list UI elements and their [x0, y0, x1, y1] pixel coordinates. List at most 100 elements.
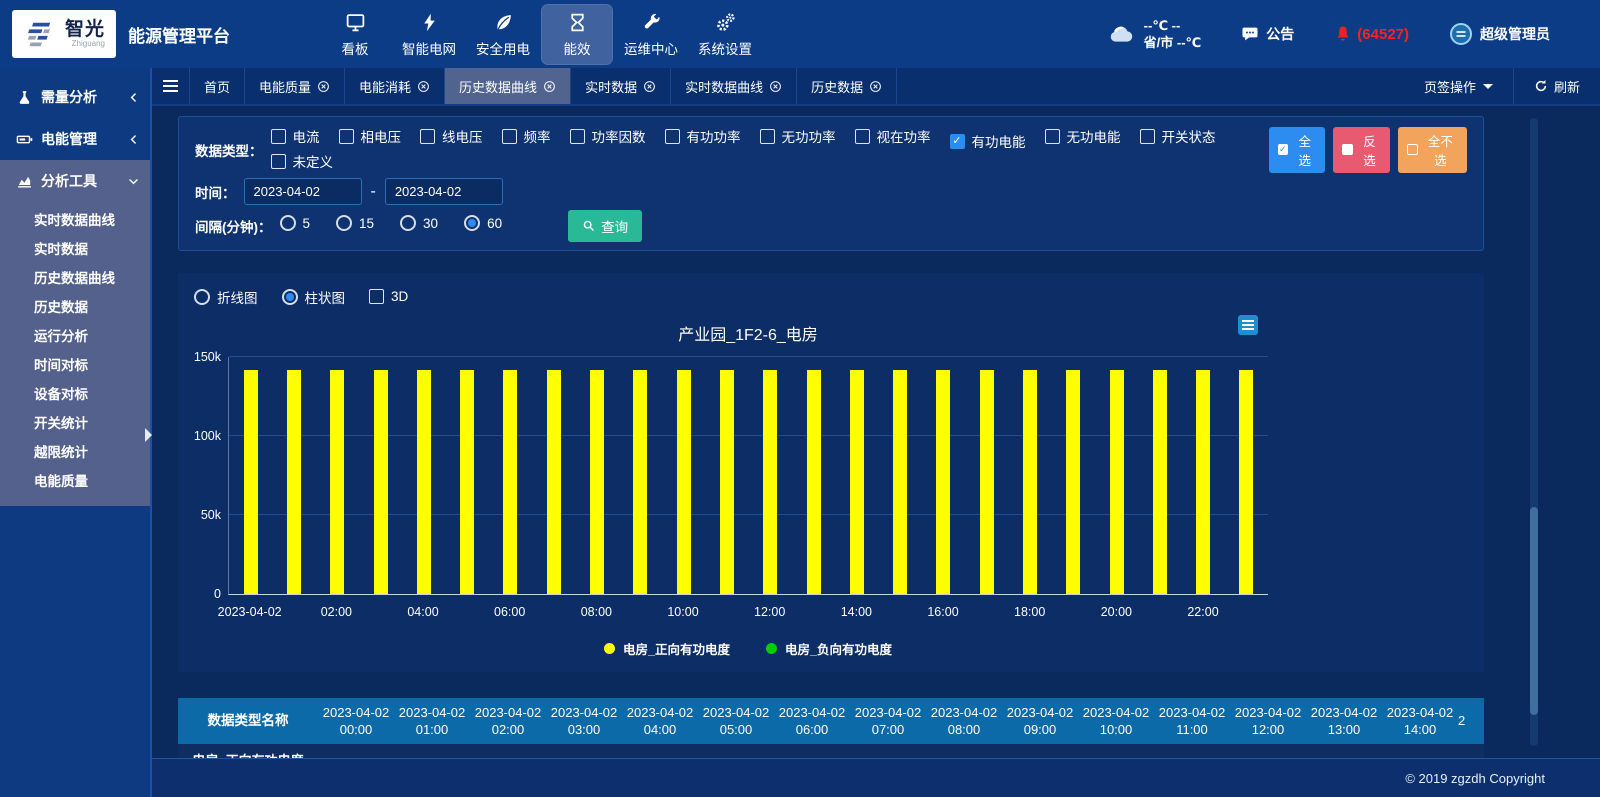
x-axis-label: 20:00 — [1101, 605, 1132, 619]
datatype-checkbox-有功电能[interactable]: 有功电能 — [950, 131, 1026, 151]
close-icon[interactable] — [317, 80, 330, 93]
nav-item-运维中心[interactable]: 运维中心 — [616, 5, 686, 64]
table-value-cell: 141321.61 — [1306, 744, 1382, 759]
sidebar-item-时间对标[interactable]: 时间对标 — [0, 351, 150, 380]
scrollbar-thumb[interactable] — [1530, 507, 1538, 714]
tab-实时数据曲线[interactable]: 实时数据曲线 — [671, 68, 797, 104]
bar-09:00 — [633, 370, 647, 593]
datatype-checkbox-无功功率[interactable]: 无功功率 — [760, 126, 836, 146]
sidebar-item-开关统计[interactable]: 开关统计 — [0, 409, 150, 438]
nav-item-安全用电[interactable]: 安全用电 — [468, 5, 538, 64]
radio-label: 5 — [303, 216, 311, 231]
query-button[interactable]: 查询 — [568, 210, 642, 242]
interval-radio-15[interactable]: 15 — [336, 215, 374, 231]
tab-历史数据[interactable]: 历史数据 — [797, 68, 897, 104]
chart-toolbox-dataview-icon[interactable] — [1238, 315, 1258, 335]
sidebar-item-设备对标[interactable]: 设备对标 — [0, 380, 150, 409]
datatype-checkbox-未定义[interactable]: 未定义 — [271, 151, 334, 171]
sidebar-group-分析工具[interactable]: 分析工具 — [0, 160, 150, 202]
content-scrollbar[interactable] — [1530, 118, 1538, 746]
date-to-input[interactable] — [385, 178, 503, 205]
tab-历史数据曲线[interactable]: 历史数据曲线 — [445, 68, 571, 104]
announcement-button[interactable]: 公告 — [1241, 24, 1294, 44]
nav-label: 运维中心 — [624, 38, 678, 58]
sidebar-item-实时数据曲线[interactable]: 实时数据曲线 — [0, 206, 150, 235]
tab-实时数据[interactable]: 实时数据 — [571, 68, 671, 104]
x-axis-label: 16:00 — [927, 605, 958, 619]
interval-radio-60[interactable]: 60 — [464, 215, 502, 231]
chart-3d-checkbox[interactable]: 3D — [369, 289, 408, 304]
sidebar-item-实时数据[interactable]: 实时数据 — [0, 235, 150, 264]
bar-slot-08:00 — [575, 357, 618, 594]
tab-电能消耗[interactable]: 电能消耗 — [345, 68, 445, 104]
datatype-checkbox-相电压[interactable]: 相电压 — [339, 126, 402, 146]
nav-item-能效[interactable]: 能效 — [542, 5, 612, 64]
close-icon[interactable] — [869, 80, 882, 93]
table-header-cell: 2023-04-0212:00 — [1230, 698, 1306, 744]
sidebar-item-运行分析[interactable]: 运行分析 — [0, 322, 150, 351]
refresh-button[interactable]: 刷新 — [1513, 68, 1600, 104]
datatype-checkbox-功率因数[interactable]: 功率因数 — [570, 126, 646, 146]
datatype-checkbox-线电压[interactable]: 线电压 — [420, 126, 483, 146]
legend-item-电房_负向有功电度[interactable]: 电房_负向有功电度 — [766, 639, 892, 658]
system-settings-icon — [715, 12, 736, 33]
date-from-input[interactable] — [244, 178, 362, 205]
datatype-checkbox-频率[interactable]: 频率 — [502, 126, 551, 146]
select-all-button[interactable]: 全选 — [1269, 127, 1326, 173]
chart-type-bar-radio[interactable]: 柱状图 — [282, 287, 346, 307]
close-icon[interactable] — [417, 80, 430, 93]
x-axis-label: 06:00 — [494, 605, 525, 619]
table-header-cell: 2023-04-0203:00 — [546, 698, 622, 744]
tab-label: 电能质量 — [259, 77, 311, 96]
table-header-cell: 2023-04-0209:00 — [1002, 698, 1078, 744]
table-value-cell: 141298 — [470, 744, 546, 759]
checkbox-label: 无功电能 — [1067, 126, 1121, 146]
datatype-checkbox-无功电能[interactable]: 无功电能 — [1045, 126, 1121, 146]
invert-select-button[interactable]: 反选 — [1333, 127, 1390, 173]
chart-type-line-radio[interactable]: 折线图 — [194, 287, 258, 307]
tab-operations-dropdown[interactable]: 页签操作 — [1404, 68, 1513, 104]
table-value-cell: 141304.11 — [698, 744, 774, 759]
legend-item-电房_正向有功电度[interactable]: 电房_正向有功电度 — [604, 639, 730, 658]
sidebar-group-电能管理[interactable]: 电能管理 — [0, 118, 150, 160]
checkbox-empty-icon — [1407, 144, 1417, 155]
bar-07:00 — [547, 370, 561, 593]
brand-logo[interactable]: 智光 Zhiguang — [12, 10, 116, 58]
close-icon[interactable] — [769, 80, 782, 93]
alarm-button[interactable]: (64527) — [1334, 25, 1409, 43]
datatype-checkbox-有功功率[interactable]: 有功功率 — [665, 126, 741, 146]
data-table: 数据类型名称2023-04-0200:002023-04-0201:002023… — [178, 698, 1484, 759]
sidebar-item-电能质量[interactable]: 电能质量 — [0, 467, 150, 496]
datatype-checkbox-开关状态[interactable]: 开关状态 — [1140, 126, 1216, 146]
bar-04:00 — [417, 370, 431, 593]
table-value-cell: 141301.91 — [622, 744, 698, 759]
bar-15:00 — [893, 370, 907, 593]
tab-menu-button[interactable] — [152, 68, 190, 104]
select-none-button[interactable]: 全不选 — [1398, 127, 1467, 173]
interval-radio-5[interactable]: 5 — [280, 215, 311, 231]
datatype-checkbox-电流[interactable]: 电流 — [271, 126, 320, 146]
nav-item-智能电网[interactable]: 智能电网 — [394, 5, 464, 64]
close-icon[interactable] — [643, 80, 656, 93]
nav-item-看板[interactable]: 看板 — [320, 5, 390, 64]
tab-电能质量[interactable]: 电能质量 — [245, 68, 345, 104]
sidebar-item-历史数据曲线[interactable]: 历史数据曲线 — [0, 264, 150, 293]
radio-label: 30 — [423, 216, 438, 231]
avatar-icon — [1449, 22, 1473, 46]
radio-checked-icon — [464, 215, 480, 231]
bar-19:00 — [1066, 370, 1080, 593]
user-menu[interactable]: 超级管理员 — [1449, 22, 1550, 46]
sidebar-collapse-handle[interactable] — [145, 428, 152, 442]
datatype-checkbox-视在功率[interactable]: 视在功率 — [855, 126, 931, 146]
table-row-label: 电房_正向有功电度(kWh) — [178, 744, 318, 759]
close-icon[interactable] — [543, 80, 556, 93]
sidebar-item-历史数据[interactable]: 历史数据 — [0, 293, 150, 322]
table-header-name: 数据类型名称 — [178, 698, 318, 744]
nav-item-系统设置[interactable]: 系统设置 — [690, 5, 760, 64]
sidebar-item-越限统计[interactable]: 越限统计 — [0, 438, 150, 467]
sidebar-group-需量分析[interactable]: 需量分析 — [0, 76, 150, 118]
interval-radio-30[interactable]: 30 — [400, 215, 438, 231]
tab-首页[interactable]: 首页 — [190, 68, 245, 104]
table-value-cell: 141305.7 — [774, 744, 850, 759]
announcement-label: 公告 — [1266, 24, 1294, 44]
